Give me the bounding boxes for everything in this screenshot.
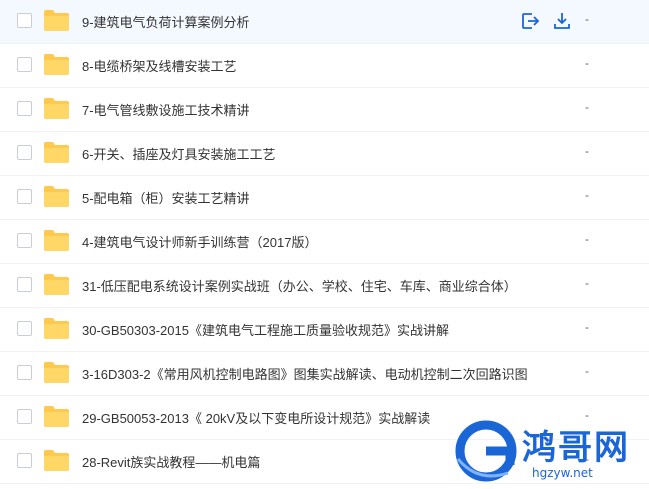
download-icon[interactable] <box>552 11 572 31</box>
row-checkbox[interactable] <box>17 453 32 468</box>
folder-icon <box>44 186 69 207</box>
folder-icon <box>44 54 69 75</box>
folder-icon <box>44 450 69 471</box>
list-item[interactable]: 8-电缆桥架及线槽安装工艺 - <box>0 44 649 88</box>
row-checkbox[interactable] <box>17 365 32 380</box>
folder-icon <box>44 230 69 251</box>
file-name[interactable]: 9-建筑电气负荷计算案例分析 <box>82 12 250 31</box>
folder-icon <box>44 274 69 295</box>
file-name[interactable]: 31-低压配电系统设计案例实战班（办公、学校、住宅、车库、商业综合体） <box>82 276 517 295</box>
folder-icon <box>44 10 69 31</box>
folder-icon <box>44 98 69 119</box>
file-size: - <box>585 12 589 26</box>
row-checkbox[interactable] <box>17 101 32 116</box>
list-item[interactable]: 5-配电箱（柜）安装工艺精讲 - <box>0 176 649 220</box>
watermark-url: hgzyw.net <box>532 466 593 480</box>
file-size: - <box>585 232 589 246</box>
file-name[interactable]: 3-16D303-2《常用风机控制电路图》图集实战解读、电动机控制二次回路识图 <box>82 364 528 383</box>
file-size: - <box>585 364 589 378</box>
file-name[interactable]: 7-电气管线敷设施工技术精讲 <box>82 100 250 119</box>
file-list: 9-建筑电气负荷计算案例分析 - 8-电缆桥架及线槽安装工艺 - 7-电气管线敷… <box>0 0 649 484</box>
list-item[interactable]: 7-电气管线敷设施工技术精讲 - <box>0 88 649 132</box>
file-size: - <box>585 144 589 158</box>
row-checkbox[interactable] <box>17 321 32 336</box>
row-checkbox[interactable] <box>17 13 32 28</box>
row-checkbox[interactable] <box>17 277 32 292</box>
row-checkbox[interactable] <box>17 145 32 160</box>
list-item[interactable]: 6-开关、插座及灯具安装施工工艺 - <box>0 132 649 176</box>
file-size: - <box>585 276 589 290</box>
folder-icon <box>44 362 69 383</box>
list-item[interactable]: 31-低压配电系统设计案例实战班（办公、学校、住宅、车库、商业综合体） - <box>0 264 649 308</box>
row-checkbox[interactable] <box>17 57 32 72</box>
row-checkbox[interactable] <box>17 409 32 424</box>
file-name[interactable]: 6-开关、插座及灯具安装施工工艺 <box>82 144 276 163</box>
list-item[interactable]: 9-建筑电气负荷计算案例分析 - <box>0 0 649 44</box>
file-size: - <box>585 320 589 334</box>
row-checkbox[interactable] <box>17 189 32 204</box>
file-size: - <box>585 100 589 114</box>
watermark-text: 鸿哥网 <box>522 428 630 468</box>
list-item[interactable]: 30-GB50303-2015《建筑电气工程施工质量验收规范》实战讲解 - <box>0 308 649 352</box>
file-name[interactable]: 28-Revit族实战教程——机电篇 <box>82 452 260 471</box>
folder-icon <box>44 406 69 427</box>
share-icon[interactable] <box>520 11 540 31</box>
file-size: - <box>585 188 589 202</box>
folder-icon <box>44 318 69 339</box>
file-name[interactable]: 30-GB50303-2015《建筑电气工程施工质量验收规范》实战讲解 <box>82 320 449 339</box>
file-name[interactable]: 5-配电箱（柜）安装工艺精讲 <box>82 188 250 207</box>
list-item[interactable]: 4-建筑电气设计师新手训练营（2017版） - <box>0 220 649 264</box>
file-name[interactable]: 4-建筑电气设计师新手训练营（2017版） <box>82 232 317 251</box>
file-size: - <box>585 56 589 70</box>
row-checkbox[interactable] <box>17 233 32 248</box>
list-item[interactable]: 3-16D303-2《常用风机控制电路图》图集实战解读、电动机控制二次回路识图 … <box>0 352 649 396</box>
file-name[interactable]: 29-GB50053-2013《 20kV及以下变电所设计规范》实战解读 <box>82 408 430 427</box>
folder-icon <box>44 142 69 163</box>
file-name[interactable]: 8-电缆桥架及线槽安装工艺 <box>82 56 237 75</box>
